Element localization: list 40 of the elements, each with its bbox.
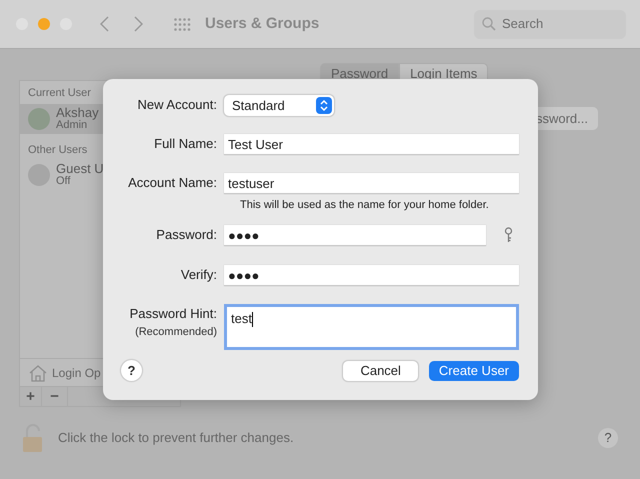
avatar-icon: [28, 108, 50, 130]
input-field[interactable]: Test User: [224, 134, 519, 155]
field-label: Password Hint:: [130, 304, 217, 322]
remove-user-button[interactable]: −: [42, 387, 68, 406]
user-role: Off: [56, 175, 72, 188]
house-icon: [28, 364, 48, 382]
help-button[interactable]: ?: [598, 428, 618, 448]
search-field[interactable]: Search: [474, 10, 626, 38]
back-icon[interactable]: [100, 16, 109, 32]
text-area[interactable]: test: [224, 304, 519, 350]
grid-icon[interactable]: [174, 18, 191, 30]
dialog-button[interactable]: Create User: [428, 360, 519, 380]
minimize-window-icon[interactable]: [38, 18, 50, 30]
input-field[interactable]: ●●●●: [224, 224, 486, 246]
window-title: Users & Groups: [205, 14, 320, 34]
help-button[interactable]: ?: [121, 360, 142, 381]
field-label: Verify:: [180, 266, 217, 284]
field-label: Password:: [156, 226, 217, 244]
user-name: Guest U: [56, 162, 104, 175]
field-sublabel: (Recommended): [135, 324, 217, 340]
input-field[interactable]: ●●●●: [224, 264, 519, 286]
user-name: Akshay: [56, 106, 99, 118]
section-header: Current User: [28, 86, 91, 101]
lock-message: Click the lock to prevent further changes.: [58, 429, 294, 448]
padlock-icon[interactable]: [22, 423, 44, 453]
key-icon[interactable]: [504, 227, 513, 243]
text-cursor: [252, 312, 253, 327]
user-role: Admin: [56, 118, 88, 132]
login-options-item[interactable]: Login Op: [52, 364, 101, 382]
dialog-button[interactable]: Cancel: [343, 360, 418, 380]
field-label: Full Name:: [154, 135, 217, 153]
search-icon: [482, 17, 496, 31]
input-field[interactable]: testuser: [224, 173, 519, 194]
add-user-button[interactable]: +: [20, 387, 42, 406]
forward-icon[interactable]: [134, 16, 143, 32]
stepper-icon: [316, 97, 332, 114]
section-header: Other Users: [28, 142, 88, 158]
field-note: This will be used as the name for your home folder.: [239, 198, 490, 213]
account-type-dropdown[interactable]: Standard: [224, 95, 334, 116]
field-label: Account Name:: [128, 174, 217, 192]
